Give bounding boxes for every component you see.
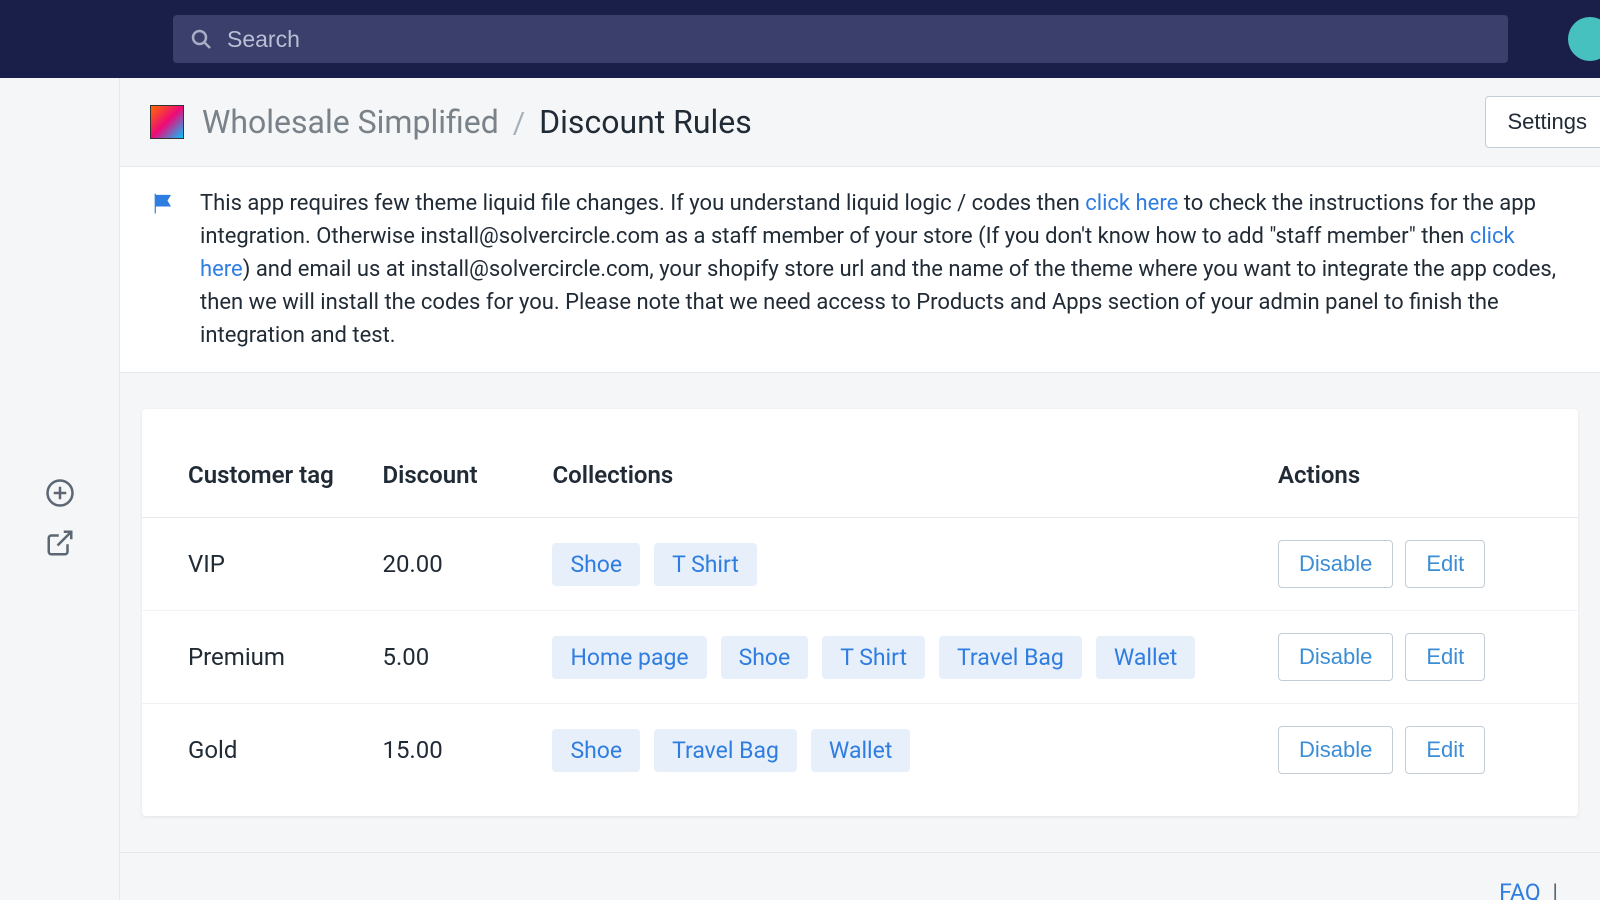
notice-text: This app requires few theme liquid file … bbox=[200, 187, 1570, 352]
cell-collections: Home page Shoe T Shirt Travel Bag Wallet bbox=[532, 611, 1258, 704]
cell-discount: 15.00 bbox=[362, 704, 532, 797]
breadcrumb-app[interactable]: Wholesale Simplified bbox=[202, 103, 499, 141]
cell-actions: DisableEdit bbox=[1258, 704, 1578, 797]
breadcrumb-page: Discount Rules bbox=[539, 103, 752, 141]
rules-card: Customer tag Discount Collections Action… bbox=[142, 409, 1578, 816]
col-discount: Discount bbox=[362, 439, 532, 518]
col-actions: Actions bbox=[1258, 439, 1578, 518]
table-row: Premium5.00 Home page Shoe T Shirt Travel Ba… bbox=[142, 611, 1578, 704]
notice-part3: ) and email us at install@solvercircle.c… bbox=[200, 257, 1556, 348]
edit-button[interactable]: Edit bbox=[1405, 540, 1485, 588]
breadcrumb-separator: / bbox=[513, 106, 525, 141]
cell-collections: Shoe Travel Bag Wallet bbox=[532, 704, 1258, 797]
cell-actions: DisableEdit bbox=[1258, 518, 1578, 611]
cell-collections: Shoe T Shirt bbox=[532, 518, 1258, 611]
collection-tag[interactable]: T Shirt bbox=[654, 543, 757, 586]
disable-button[interactable]: Disable bbox=[1278, 540, 1393, 588]
edit-button[interactable]: Edit bbox=[1405, 726, 1485, 774]
cell-discount: 20.00 bbox=[362, 518, 532, 611]
search-input[interactable] bbox=[227, 26, 1492, 53]
flag-icon bbox=[150, 189, 178, 227]
faq-link[interactable]: FAQ bbox=[1499, 879, 1541, 900]
cell-customer-tag: VIP bbox=[142, 518, 362, 611]
external-link-icon[interactable] bbox=[45, 528, 75, 558]
collection-tag[interactable]: Shoe bbox=[721, 636, 809, 679]
search-icon bbox=[189, 27, 213, 51]
disable-button[interactable]: Disable bbox=[1278, 726, 1393, 774]
col-collections: Collections bbox=[532, 439, 1258, 518]
notice-bar: This app requires few theme liquid file … bbox=[120, 166, 1600, 373]
collection-tag[interactable]: Home page bbox=[552, 636, 706, 679]
discount-rules-table: Customer tag Discount Collections Action… bbox=[142, 439, 1578, 796]
disable-button[interactable]: Disable bbox=[1278, 633, 1393, 681]
notice-part1: This app requires few theme liquid file … bbox=[200, 191, 1085, 216]
collection-tag[interactable]: Wallet bbox=[811, 729, 910, 772]
collection-tag[interactable]: Travel Bag bbox=[939, 636, 1082, 679]
table-row: Gold15.00 Shoe Travel Bag Wallet DisableEdit bbox=[142, 704, 1578, 797]
settings-button[interactable]: Settings bbox=[1485, 96, 1600, 148]
left-sidebar bbox=[0, 78, 120, 900]
content-area: Wholesale Simplified / Discount Rules Se… bbox=[120, 78, 1600, 900]
avatar[interactable] bbox=[1568, 17, 1600, 61]
collection-tag[interactable]: T Shirt bbox=[822, 636, 925, 679]
collection-tag[interactable]: Shoe bbox=[552, 543, 640, 586]
breadcrumb: Wholesale Simplified / Discount Rules bbox=[202, 103, 1485, 141]
add-circle-icon[interactable] bbox=[45, 478, 75, 508]
collection-tag[interactable]: Wallet bbox=[1096, 636, 1195, 679]
cell-actions: DisableEdit bbox=[1258, 611, 1578, 704]
app-icon bbox=[150, 105, 184, 139]
table-row: VIP20.00 Shoe T Shirt DisableEdit bbox=[142, 518, 1578, 611]
cell-customer-tag: Gold bbox=[142, 704, 362, 797]
page-header: Wholesale Simplified / Discount Rules Se… bbox=[120, 78, 1600, 166]
search-container[interactable] bbox=[173, 15, 1508, 63]
cell-customer-tag: Premium bbox=[142, 611, 362, 704]
col-customer-tag: Customer tag bbox=[142, 439, 362, 518]
topbar bbox=[0, 0, 1600, 78]
collection-tag[interactable]: Travel Bag bbox=[654, 729, 797, 772]
edit-button[interactable]: Edit bbox=[1405, 633, 1485, 681]
footer-sep: | bbox=[1552, 879, 1558, 900]
notice-link-1[interactable]: click here bbox=[1085, 191, 1178, 216]
cell-discount: 5.00 bbox=[362, 611, 532, 704]
footer-bar: FAQ | bbox=[120, 852, 1600, 900]
collection-tag[interactable]: Shoe bbox=[552, 729, 640, 772]
